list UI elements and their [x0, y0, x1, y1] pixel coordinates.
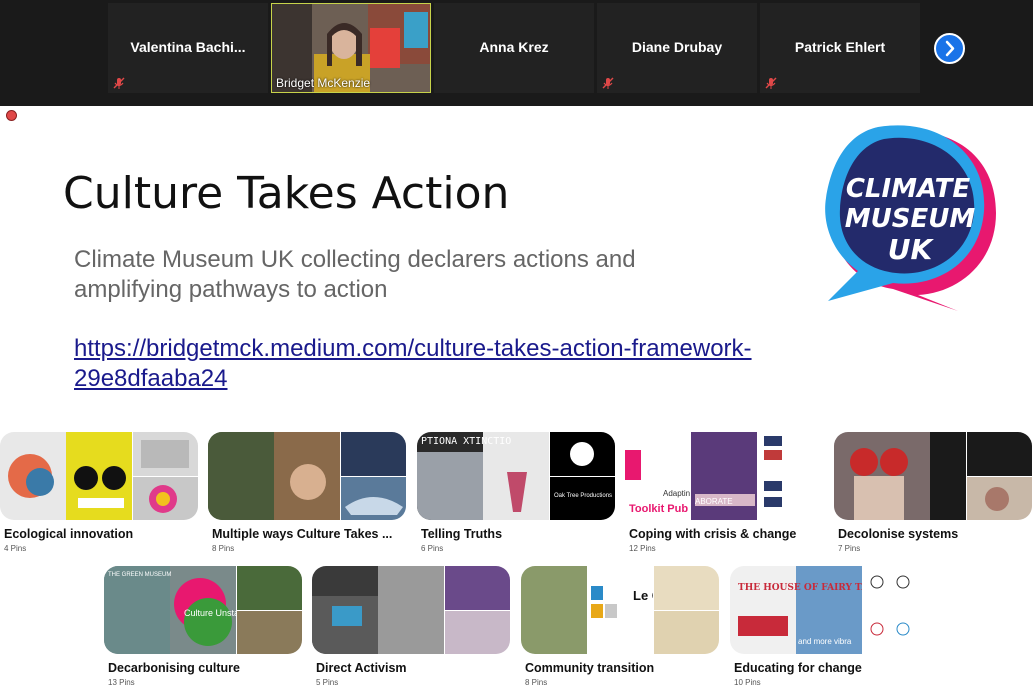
thumbnail-text: Oak Tree Productions [554, 493, 612, 499]
climate-museum-uk-logo: CLIMATE MUSEUM UK [825, 125, 996, 311]
board-card[interactable]: Multiple ways Culture Takes ... 8 Pins [208, 432, 406, 553]
thumbnail-text: Toolkit Pub [629, 503, 688, 515]
participant-tile[interactable]: Patrick Ehlert [760, 3, 920, 93]
board-pin-count: 7 Pins [838, 544, 861, 553]
mic-muted-icon [602, 77, 614, 89]
board-thumbnail: Le Cr Ti [521, 566, 719, 654]
board-thumbnail [0, 432, 198, 520]
mic-muted-icon [765, 77, 777, 89]
participant-name: Bridget McKenzie [276, 76, 371, 90]
board-thumbnail: THE GREEN MUSEUM Culture Unstained [104, 566, 302, 654]
participant-tile[interactable]: Diane Drubay [597, 3, 757, 93]
record-icon [6, 110, 17, 121]
board-card[interactable]: Ecological innovation 4 Pins [0, 432, 198, 553]
board-pin-count: 8 Pins [212, 544, 235, 553]
thumbnail-text: PTIONA XTINCTIO [421, 436, 511, 447]
board-pin-count: 12 Pins [629, 544, 656, 553]
participant-name: Anna Krez [479, 39, 549, 55]
board-pin-count: 5 Pins [316, 678, 339, 687]
mic-muted-icon [113, 77, 125, 89]
board-name: Ecological innovation [4, 527, 134, 541]
board-name: Decolonise systems [838, 527, 959, 541]
logo-text: MUSEUM [845, 204, 976, 234]
board-thumbnail: THE HOUSE OF FAIRY TALES and more vibra [730, 566, 928, 654]
thumbnail-text: Le Cr Ti [633, 588, 653, 603]
board-card[interactable]: PTIONA XTINCTIO Oak Tree Productions Tel… [417, 432, 615, 553]
board-pin-count: 4 Pins [4, 544, 27, 553]
next-participants-button[interactable] [934, 33, 965, 64]
participant-tile[interactable]: Anna Krez [434, 3, 594, 93]
participant-name: Diane Drubay [631, 39, 723, 55]
board-thumbnail [208, 432, 406, 520]
participant-video-tile[interactable]: Bridget McKenzie [271, 3, 431, 93]
logo-text: UK [888, 233, 935, 266]
board-name: Multiple ways Culture Takes ... [212, 527, 393, 541]
board-name: Direct Activism [316, 661, 407, 675]
board-card[interactable]: Decolonise systems 7 Pins [834, 432, 1032, 553]
board-name: Telling Truths [421, 527, 503, 541]
board-name: Educating for change [734, 661, 862, 675]
board-thumbnail: Adaptin Toolkit Pub ABORATE [625, 432, 823, 520]
board-card[interactable]: Adaptin Toolkit Pub ABORATE Coping with … [625, 432, 823, 553]
board-card[interactable]: THE HOUSE OF FAIRY TALES and more vibra … [730, 566, 928, 687]
framework-link[interactable]: https://bridgetmck.medium.com/culture-ta… [74, 334, 774, 394]
board-pin-count: 8 Pins [525, 678, 548, 687]
thumbnail-text: Culture Unstained [184, 608, 236, 618]
thumbnail-text: ABORATE [695, 497, 733, 506]
board-name: Decarbonising culture [108, 661, 240, 675]
board-card[interactable]: Direct Activism 5 Pins [312, 566, 510, 687]
thumbnail-text: Adaptin [663, 489, 690, 498]
participant-name: Valentina Bachi... [130, 39, 246, 55]
slide-title: Culture Takes Action [63, 168, 510, 219]
participant-name: Patrick Ehlert [794, 39, 886, 55]
thumbnail-text: and more vibra [798, 637, 852, 646]
board-thumbnail [834, 432, 1032, 520]
participant-strip: Valentina Bachi... Bridget McKenzie Anna… [0, 0, 1033, 106]
board-card[interactable]: THE GREEN MUSEUM Culture Unstained Decar… [104, 566, 302, 687]
board-pin-count: 10 Pins [734, 678, 761, 687]
logo-text: CLIMATE [846, 174, 971, 204]
participant-tile[interactable]: Valentina Bachi... [108, 3, 268, 93]
board-thumbnail [312, 566, 510, 654]
board-thumbnail: PTIONA XTINCTIO Oak Tree Productions [417, 432, 615, 520]
board-name: Community transition [525, 661, 655, 675]
chevron-right-icon [945, 40, 955, 57]
board-card[interactable]: Le Cr Ti Community transition 8 Pins [521, 566, 719, 687]
thumbnail-text: THE GREEN MUSEUM [108, 572, 171, 578]
slide-subtitle: Climate Museum UK collecting declarers a… [74, 246, 636, 303]
board-pin-count: 6 Pins [421, 544, 444, 553]
board-name: Coping with crisis & change [629, 527, 797, 541]
board-pin-count: 13 Pins [108, 678, 135, 687]
thumbnail-text: THE HOUSE OF FAIRY TALES [738, 583, 862, 593]
